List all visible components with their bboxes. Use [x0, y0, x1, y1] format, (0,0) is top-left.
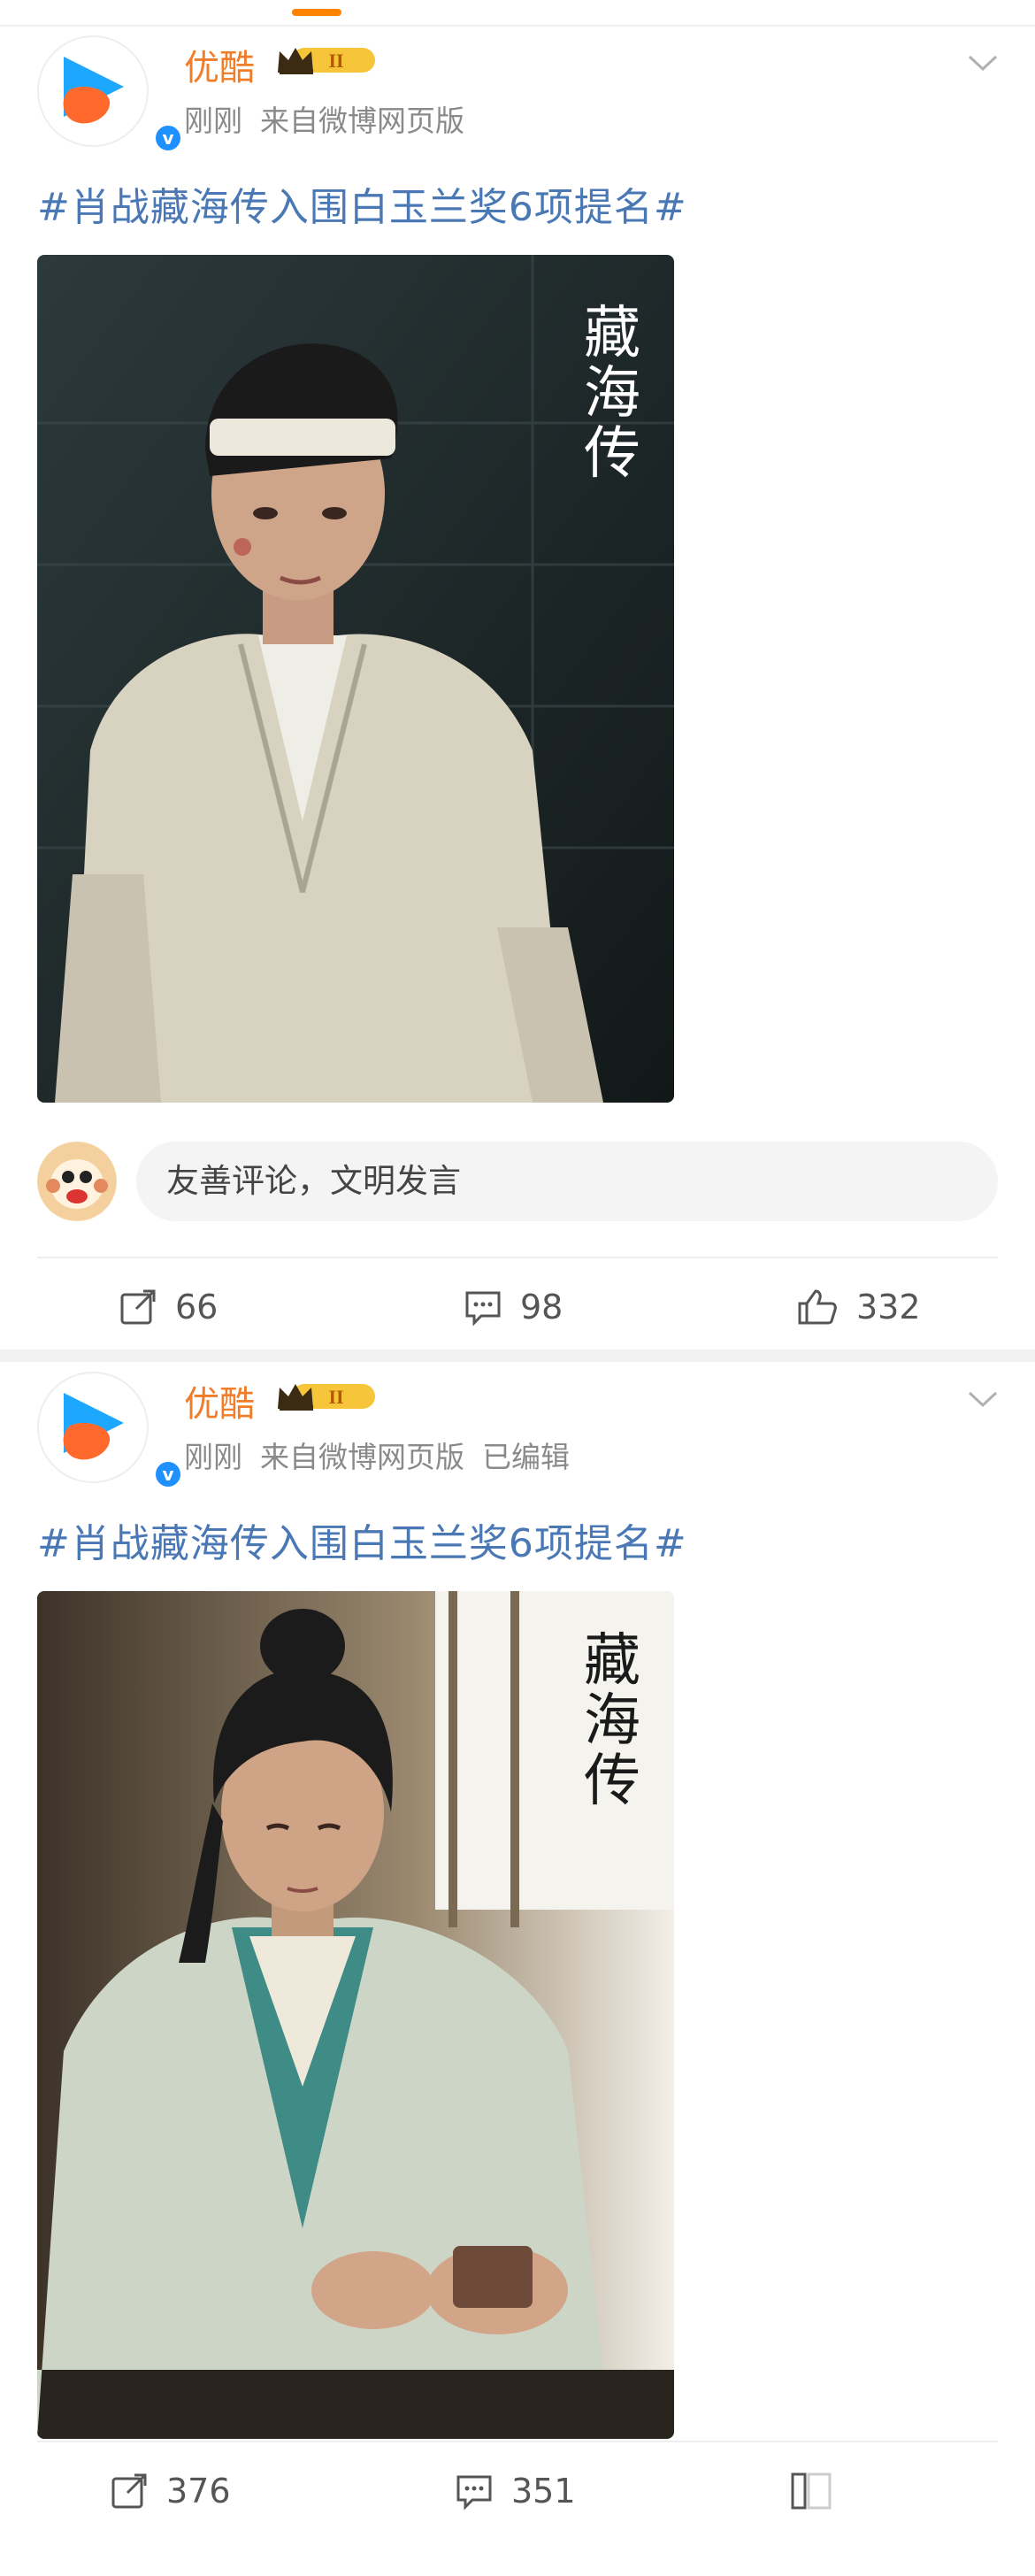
comment-icon [465, 1291, 501, 1326]
repost-button[interactable]: 66 [119, 1258, 218, 1356]
avatar[interactable]: v [37, 35, 184, 154]
chevron-down-icon[interactable] [966, 46, 1000, 80]
post-text[interactable]: #肖战藏海传入围白玉兰奖6项提名# [37, 1511, 687, 1568]
username[interactable]: 优酷 [184, 1375, 255, 1426]
youku-logo-icon [63, 1393, 124, 1460]
crown-badge-icon: II [278, 1384, 375, 1411]
crown-badge-icon: II [278, 48, 375, 74]
post-time: 刚刚 [184, 1440, 242, 1474]
repost-button[interactable]: 376 [110, 2442, 231, 2540]
svg-text:海: 海 [584, 361, 640, 427]
post-divider [0, 1350, 1035, 1362]
collect-button[interactable] [789, 2442, 851, 2540]
like-count: 332 [856, 1288, 921, 1326]
repost-icon [111, 2473, 147, 2509]
svg-text:II: II [328, 1386, 343, 1408]
svg-text:II: II [328, 50, 343, 72]
comment-box: 友善评论，文明发言 [37, 1140, 998, 1225]
verified-icon: v [152, 122, 184, 154]
comment-icon [456, 2475, 492, 2511]
repost-icon [120, 1289, 156, 1325]
like-icon [798, 1289, 837, 1325]
post-image[interactable]: 藏 海 传 [37, 255, 674, 1103]
post-edited: 已编辑 [482, 1440, 570, 1474]
commenter-avatar [37, 1142, 117, 1221]
post-meta: 刚刚 来自微博网页版 已编辑 [184, 1434, 587, 1476]
svg-text:传: 传 [584, 1749, 640, 1814]
post-meta: 刚刚 来自微博网页版 [184, 97, 500, 140]
action-bar: 376 351 [37, 2441, 998, 2540]
post-time: 刚刚 [184, 104, 242, 138]
action-bar: 66 98 332 [37, 1257, 998, 1356]
tab-indicator [292, 9, 341, 16]
comment-count: 98 [520, 1288, 564, 1326]
repost-count: 376 [166, 2472, 231, 2511]
post-text[interactable]: #肖战藏海传入围白玉兰奖6项提名# [37, 175, 687, 232]
svg-text:藏: 藏 [584, 1628, 640, 1694]
collect-icon [791, 2472, 832, 2510]
chevron-down-icon[interactable] [966, 1382, 1000, 1416]
post-image[interactable]: 藏 海 传 [37, 1591, 674, 2439]
comment-button[interactable]: 351 [455, 2442, 576, 2540]
post-card: v 优酷 II 刚刚来自微博网页版已编辑 #肖战藏海传入围白玉兰奖6项提名# [0, 1363, 1035, 2576]
post-source: 来自微博网页版 [260, 1440, 464, 1474]
avatar[interactable]: v [37, 1372, 184, 1490]
post-source: 来自微博网页版 [260, 104, 464, 138]
svg-text:传: 传 [584, 421, 640, 487]
username[interactable]: 优酷 [184, 39, 255, 90]
verified-icon: v [152, 1458, 184, 1490]
youku-logo-icon [63, 57, 124, 124]
like-button[interactable]: 332 [796, 1258, 921, 1356]
svg-text:藏: 藏 [584, 301, 640, 366]
repost-count: 66 [175, 1288, 218, 1326]
comment-count: 351 [511, 2472, 576, 2511]
svg-text:海: 海 [584, 1688, 640, 1754]
comment-input[interactable]: 友善评论，文明发言 [136, 1142, 998, 1221]
comment-button[interactable]: 98 [464, 1258, 563, 1356]
post-card: v 优酷 II 刚刚 来自微博网页版 #肖战藏海传入围白玉兰奖6项提名# 藏 海… [0, 27, 1035, 1350]
